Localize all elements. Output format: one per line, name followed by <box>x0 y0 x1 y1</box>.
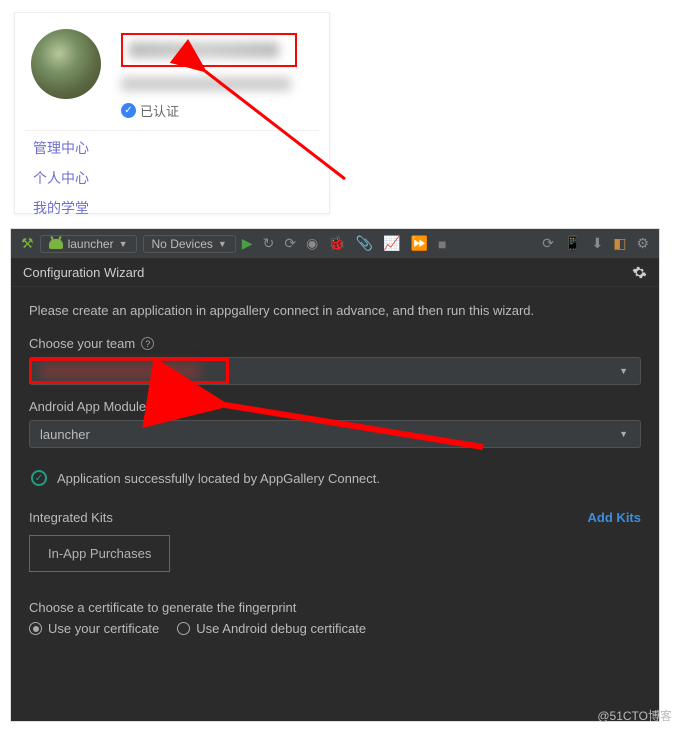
profile-info: ✓ 已认证 <box>121 29 297 120</box>
check-circle-icon: ✓ <box>31 470 47 486</box>
ide-window: ⚒ launcher ▼ No Devices ▼ ▶ ↻ ⟳ ◉ 🐞 📎 📈 … <box>10 228 660 722</box>
module-dropdown[interactable]: launcher ▼ <box>29 420 641 448</box>
module-value: launcher <box>30 427 90 442</box>
username-highlight-box <box>121 33 297 67</box>
android-icon <box>49 239 63 249</box>
wizard-body: Please create an application in appgalle… <box>11 287 659 646</box>
chevron-down-icon: ▼ <box>619 429 628 439</box>
run-icon[interactable]: ▶ <box>238 235 257 252</box>
avatar[interactable] <box>31 29 101 99</box>
cert-radio-group: Use your certificate Use Android debug c… <box>29 621 641 636</box>
radio-icon <box>29 622 42 635</box>
gear-icon[interactable] <box>632 265 647 280</box>
chevron-down-icon: ▼ <box>619 366 628 376</box>
radio-use-your-cert[interactable]: Use your certificate <box>29 621 159 636</box>
sdk-manager-icon[interactable]: ⬇ <box>587 235 607 252</box>
chevron-down-icon: ▼ <box>218 239 227 249</box>
device-label: No Devices <box>152 237 213 251</box>
status-row: ✓ Application successfully located by Ap… <box>29 462 641 486</box>
attach-debugger-icon[interactable]: 📎 <box>352 235 377 252</box>
inspect-icon[interactable]: ◧ <box>609 235 630 252</box>
kit-in-app-purchases[interactable]: In-App Purchases <box>29 535 170 572</box>
watermark: @51CTO博客 <box>597 707 672 724</box>
team-value-blurred <box>40 364 200 378</box>
status-text: Application successfully located by AppG… <box>57 471 380 486</box>
wizard-intro: Please create an application in appgalle… <box>29 303 641 318</box>
profile-links: 管理中心 个人中心 我的学堂 <box>25 130 319 221</box>
team-dropdown[interactable]: ▼ <box>29 357 641 385</box>
add-kits-link[interactable]: Add Kits <box>588 510 641 525</box>
verified-badge: ✓ 已认证 <box>121 101 297 120</box>
sync-icon[interactable]: ⟳ <box>538 235 558 252</box>
run-config-dropdown[interactable]: launcher ▼ <box>40 235 137 253</box>
profile-header: ✓ 已认证 <box>15 29 329 130</box>
my-learning-link[interactable]: 我的学堂 <box>25 191 319 221</box>
personal-center-link[interactable]: 个人中心 <box>25 161 319 191</box>
hammer-icon[interactable]: ⚒ <box>17 235 38 252</box>
subtitle-blurred <box>121 77 291 91</box>
bug-icon[interactable]: 🐞 <box>324 235 349 252</box>
profile-run-icon[interactable]: ◉ <box>302 235 322 252</box>
ide-toolbar: ⚒ launcher ▼ No Devices ▼ ▶ ↻ ⟳ ◉ 🐞 📎 📈 … <box>11 229 659 259</box>
avd-manager-icon[interactable]: 📱 <box>560 235 585 252</box>
verified-icon: ✓ <box>121 103 136 118</box>
radio-icon <box>177 622 190 635</box>
team-highlight-box <box>29 358 229 384</box>
debug-run-icon[interactable]: ↻ <box>259 235 279 252</box>
profiler-icon[interactable]: 📈 <box>379 235 404 252</box>
radio-use-debug-cert[interactable]: Use Android debug certificate <box>177 621 366 636</box>
module-label: Android App Module <box>29 399 641 414</box>
username-blurred <box>129 42 279 58</box>
more-icon[interactable]: ⚙ <box>632 235 653 252</box>
debug-actions-icon[interactable]: ⏩ <box>407 235 432 252</box>
device-dropdown[interactable]: No Devices ▼ <box>143 235 236 253</box>
profile-card: ✓ 已认证 管理中心 个人中心 我的学堂 <box>14 12 330 214</box>
kits-header: Integrated Kits Add Kits <box>29 510 641 525</box>
wizard-title: Configuration Wizard <box>23 265 144 280</box>
stop-icon[interactable]: ■ <box>434 236 450 252</box>
help-icon[interactable]: ? <box>141 337 154 350</box>
coverage-icon[interactable]: ⟳ <box>280 235 300 252</box>
verified-label: 已认证 <box>140 101 179 120</box>
run-config-label: launcher <box>68 237 114 251</box>
kits-label: Integrated Kits <box>29 510 113 525</box>
chevron-down-icon: ▼ <box>119 239 128 249</box>
manage-center-link[interactable]: 管理中心 <box>25 131 319 161</box>
cert-label: Choose a certificate to generate the fin… <box>29 600 641 615</box>
team-label: Choose your team ? <box>29 336 641 351</box>
wizard-header: Configuration Wizard <box>11 259 659 287</box>
